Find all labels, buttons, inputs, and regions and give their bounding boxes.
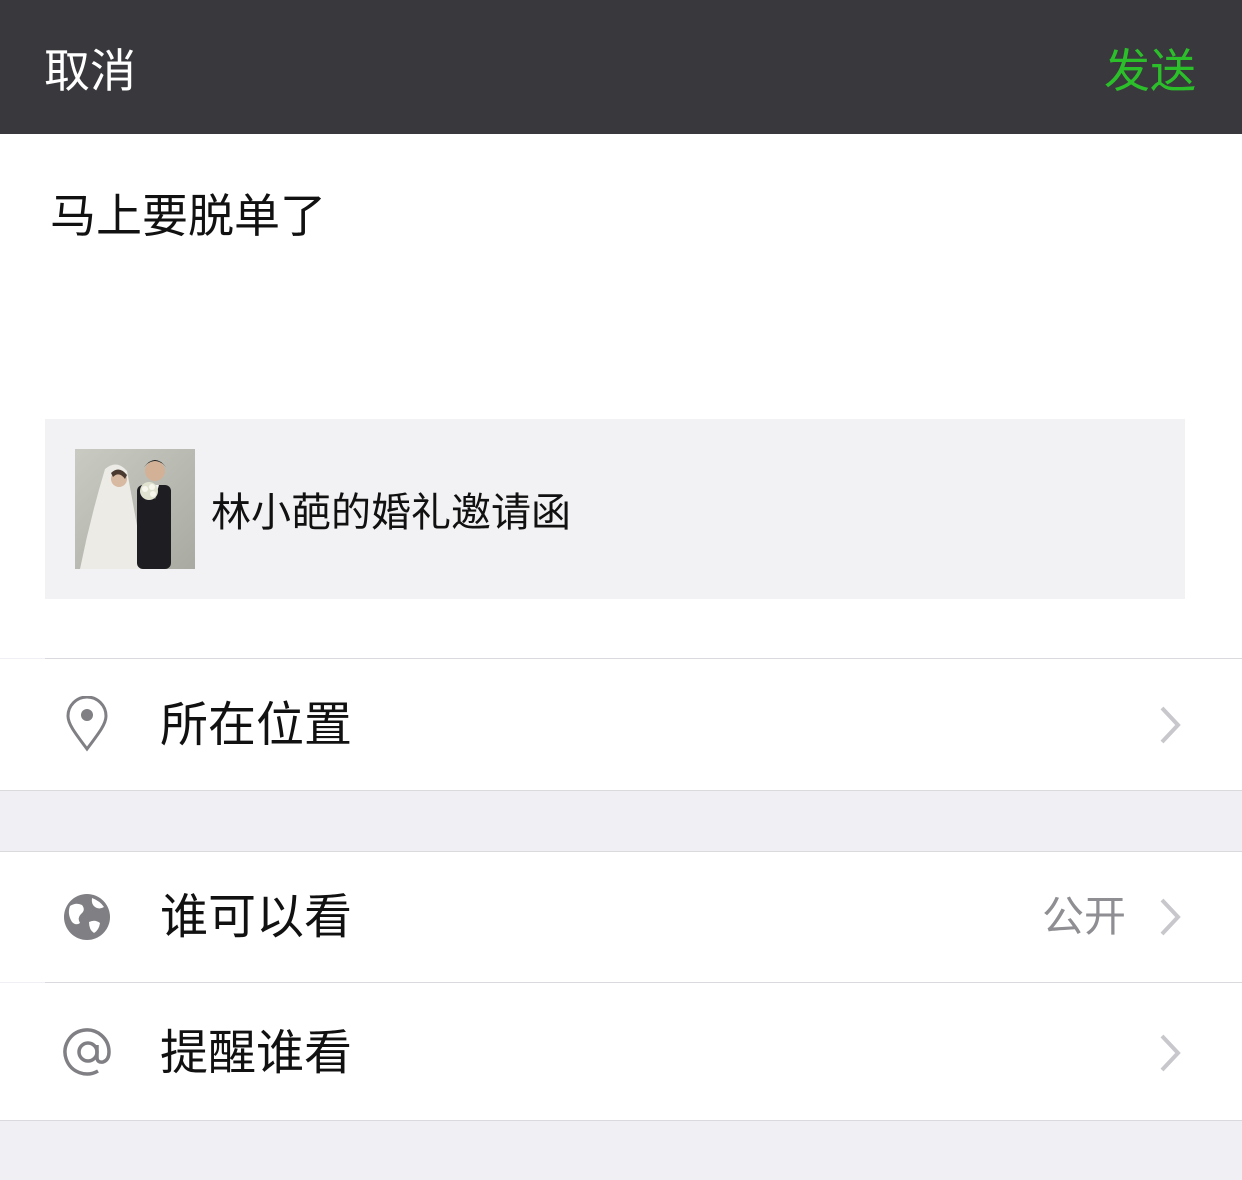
mention-row[interactable]: 提醒谁看 xyxy=(0,983,1242,1120)
link-title: 林小葩的婚礼邀请函 xyxy=(211,490,571,536)
wedding-photo-thumbnail xyxy=(75,449,195,569)
visibility-label: 谁可以看 xyxy=(160,889,353,945)
cancel-button[interactable]: 取消 xyxy=(44,40,136,102)
compose-area: 马上要脱单了 林小葩的婚礼邀请函 xyxy=(0,134,1242,658)
location-label: 所在位置 xyxy=(160,697,353,753)
chevron-right-icon xyxy=(1156,695,1184,755)
send-button[interactable]: 发送 xyxy=(1104,40,1196,102)
location-row[interactable]: 所在位置 xyxy=(0,659,1242,790)
visibility-row[interactable]: 谁可以看 公开 xyxy=(0,852,1242,982)
chevron-right-icon xyxy=(1156,1023,1184,1083)
shared-link-card[interactable]: 林小葩的婚礼邀请函 xyxy=(45,419,1185,599)
mention-label: 提醒谁看 xyxy=(160,1025,353,1081)
section-divider xyxy=(0,1120,1242,1121)
top-nav-bar: 取消 发送 xyxy=(0,0,1242,134)
chevron-right-icon xyxy=(1156,887,1184,947)
at-sign-icon xyxy=(60,1023,114,1083)
post-text-input[interactable]: 马上要脱单了 xyxy=(50,188,326,244)
globe-icon xyxy=(60,887,114,947)
visibility-value: 公开 xyxy=(1041,892,1126,941)
link-thumbnail xyxy=(75,449,195,569)
section-divider xyxy=(0,790,1242,791)
location-pin-icon xyxy=(60,694,114,754)
